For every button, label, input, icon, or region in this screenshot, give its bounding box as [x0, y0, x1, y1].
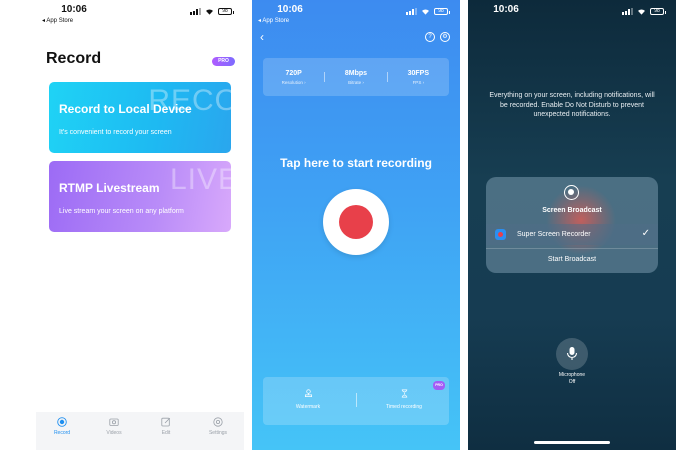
- home-indicator: [534, 441, 610, 444]
- stamp-icon: [304, 389, 312, 398]
- settings-icon: [213, 417, 223, 427]
- fps-setting[interactable]: 30FPS FPS ›: [388, 70, 449, 85]
- watermark-label: Watermark: [295, 404, 321, 410]
- battery-icon: 98: [218, 8, 234, 15]
- back-chevron-icon[interactable]: ‹: [260, 30, 264, 44]
- microphone-toggle[interactable]: [556, 338, 588, 370]
- fps-label: FPS ›: [412, 79, 425, 85]
- tab-label: Record: [53, 430, 71, 436]
- microphone-icon: [566, 347, 578, 360]
- battery-icon: 98: [650, 8, 666, 15]
- tab-label: Videos: [106, 430, 122, 436]
- divider: [486, 248, 658, 249]
- record-home-screen: 10:06 ◂ App Store 98 Record PRO RECO Rec…: [36, 0, 244, 450]
- fps-value: 30FPS: [407, 69, 430, 77]
- pro-badge: PRO: [433, 381, 445, 390]
- screen-broadcast-panel: Screen Broadcast Super Screen Recorder ✓…: [486, 177, 658, 273]
- card-watermark-text: LIVE: [169, 163, 231, 196]
- card-title: Record to Local Device: [59, 102, 192, 116]
- microphone-state: Off: [568, 379, 576, 385]
- tab-settings[interactable]: Settings: [198, 417, 238, 450]
- card-subtitle: It's convenient to record your screen: [59, 129, 172, 136]
- timed-recording-label: Timed recording: [386, 404, 422, 410]
- tab-videos[interactable]: Videos: [94, 417, 134, 450]
- cellular-signal-icon: [622, 8, 633, 15]
- start-broadcast-button[interactable]: Start Broadcast: [486, 256, 658, 263]
- broadcast-record-icon: [564, 185, 579, 200]
- status-bar: 10:06 ◂ App Store 98: [252, 0, 460, 30]
- wifi-icon: [206, 9, 213, 15]
- status-time: 10:06: [277, 4, 303, 15]
- card-title: RTMP Livestream: [59, 181, 160, 195]
- wifi-icon: [638, 9, 645, 15]
- status-bar: 10:06 98: [468, 0, 676, 30]
- bitrate-label: Bitrate ›: [348, 79, 364, 85]
- broadcast-title: Screen Broadcast: [542, 207, 602, 214]
- resolution-value: 720P: [285, 69, 302, 77]
- resolution-setting[interactable]: 720P Resolution ›: [263, 70, 324, 85]
- timed-recording-option[interactable]: Timed recording: [359, 389, 449, 410]
- screen-broadcast-screen: 10:06 98 Everything on your screen, incl…: [468, 0, 676, 450]
- tab-label: Edit: [161, 430, 171, 436]
- recording-options-panel: Watermark Timed recording PRO: [263, 377, 449, 425]
- cellular-signal-icon: [406, 8, 417, 15]
- help-icon[interactable]: ?: [425, 32, 435, 42]
- divider: [356, 393, 357, 407]
- microphone-title: Microphone: [558, 372, 586, 378]
- tab-edit[interactable]: Edit: [146, 417, 186, 450]
- status-time: 10:06: [493, 4, 519, 15]
- record-button[interactable]: [323, 189, 389, 255]
- rtmp-livestream-card[interactable]: LIVE RTMP Livestream Live stream your sc…: [49, 161, 231, 232]
- checkmark-icon: ✓: [641, 228, 650, 239]
- record-to-local-device-card[interactable]: RECO Record to Local Device It's conveni…: [49, 82, 231, 153]
- videos-icon: [109, 418, 119, 426]
- app-name: Super Screen Recorder: [517, 231, 591, 238]
- tab-label: Settings: [208, 430, 228, 436]
- bitrate-value: 8Mbps: [344, 69, 368, 77]
- edit-icon: [161, 417, 171, 427]
- cellular-signal-icon: [190, 8, 201, 15]
- battery-icon: 98: [434, 8, 450, 15]
- pro-badge[interactable]: PRO: [212, 57, 235, 66]
- record-icon: [57, 417, 67, 427]
- wifi-icon: [422, 9, 429, 15]
- hourglass-icon: [401, 389, 407, 398]
- bitrate-setting[interactable]: 8Mbps Bitrate ›: [325, 70, 386, 85]
- page-title: Record: [46, 50, 102, 67]
- recording-settings-bar: 720P Resolution › 8Mbps Bitrate › 30FPS …: [263, 58, 449, 96]
- tab-bar: Record Videos Edit Settings: [36, 412, 244, 450]
- back-to-app-store-link[interactable]: ◂ App Store: [42, 17, 73, 24]
- microphone-label: Microphone Off: [468, 372, 676, 386]
- back-to-app-store-link[interactable]: ◂ App Store: [258, 17, 289, 24]
- status-bar: 10:06 ◂ App Store 98: [36, 0, 244, 30]
- app-icon: [495, 229, 506, 240]
- status-time: 10:06: [61, 4, 87, 15]
- record-dot-icon: [339, 205, 373, 239]
- card-subtitle: Live stream your screen on any platform: [59, 208, 184, 215]
- recording-notice: Everything on your screen, including not…: [489, 92, 655, 118]
- record-setup-screen: 10:06 ◂ App Store 98 ‹ ? ⚙ 720P Resoluti…: [252, 0, 460, 450]
- tab-record[interactable]: Record: [42, 417, 82, 450]
- gear-icon[interactable]: ⚙: [440, 32, 450, 42]
- start-recording-prompt[interactable]: Tap here to start recording: [252, 156, 460, 170]
- broadcast-app-option[interactable]: Super Screen Recorder ✓: [486, 224, 658, 245]
- watermark-option[interactable]: Watermark: [263, 389, 353, 410]
- resolution-label: Resolution ›: [281, 79, 306, 85]
